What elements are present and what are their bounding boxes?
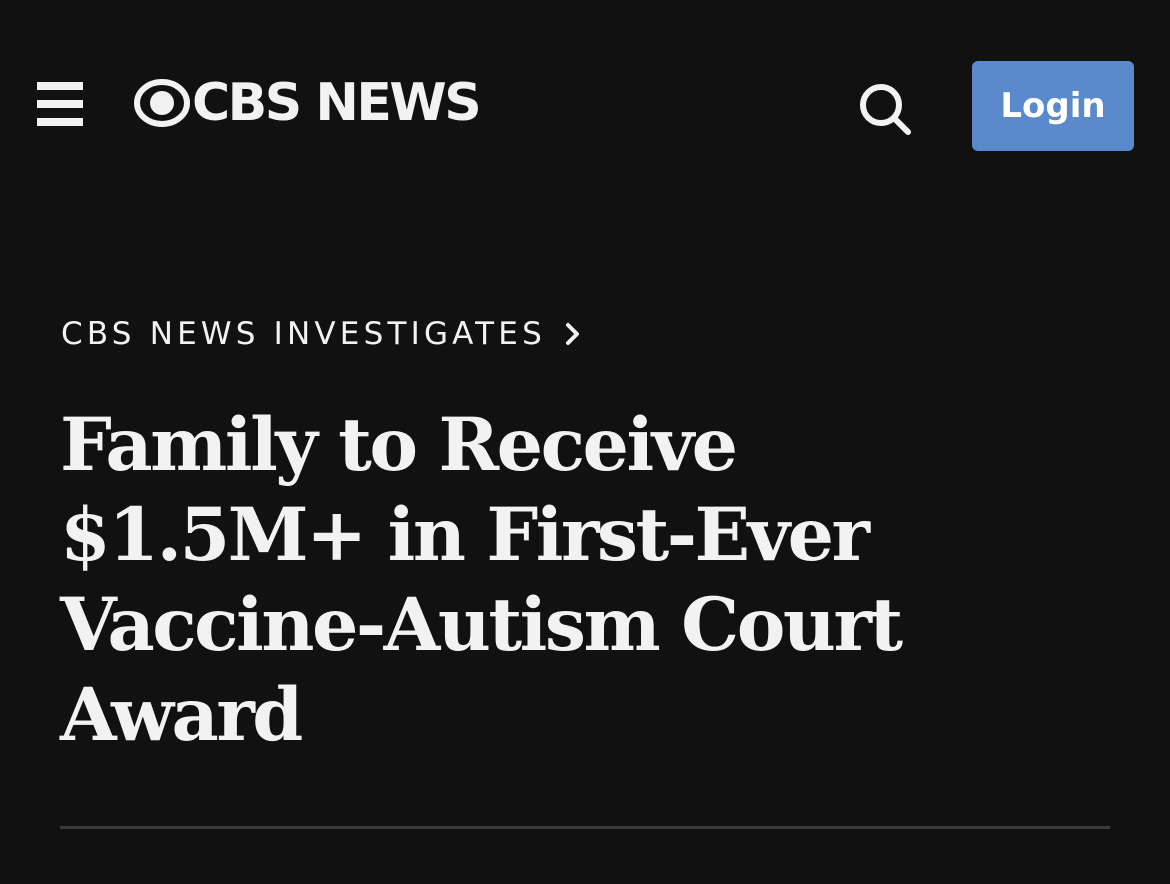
chevron-right-icon [565,323,579,345]
headline-line: Award [60,672,303,758]
login-button[interactable]: Login [972,61,1134,151]
cbs-news-logo[interactable]: CBS NEWS [134,72,482,134]
site-header: CBS NEWS Login [0,0,1170,200]
headline-line: Family to Receive [60,402,738,488]
headline-line: $1.5M+ in First-Ever [60,492,870,578]
section-label: CBS NEWS INVESTIGATES [61,316,546,352]
section-link[interactable]: CBS NEWS INVESTIGATES [61,316,582,352]
headline-line: Vaccine-Autism Court [60,582,903,668]
logo-text: CBS NEWS [192,73,482,133]
search-icon[interactable] [856,80,914,138]
hamburger-menu-icon[interactable] [37,82,83,126]
cbs-eye-logo-icon [134,79,190,127]
headline-divider [60,826,1110,829]
article-headline: Family to Receive $1.5M+ in First-Ever V… [60,400,1120,760]
